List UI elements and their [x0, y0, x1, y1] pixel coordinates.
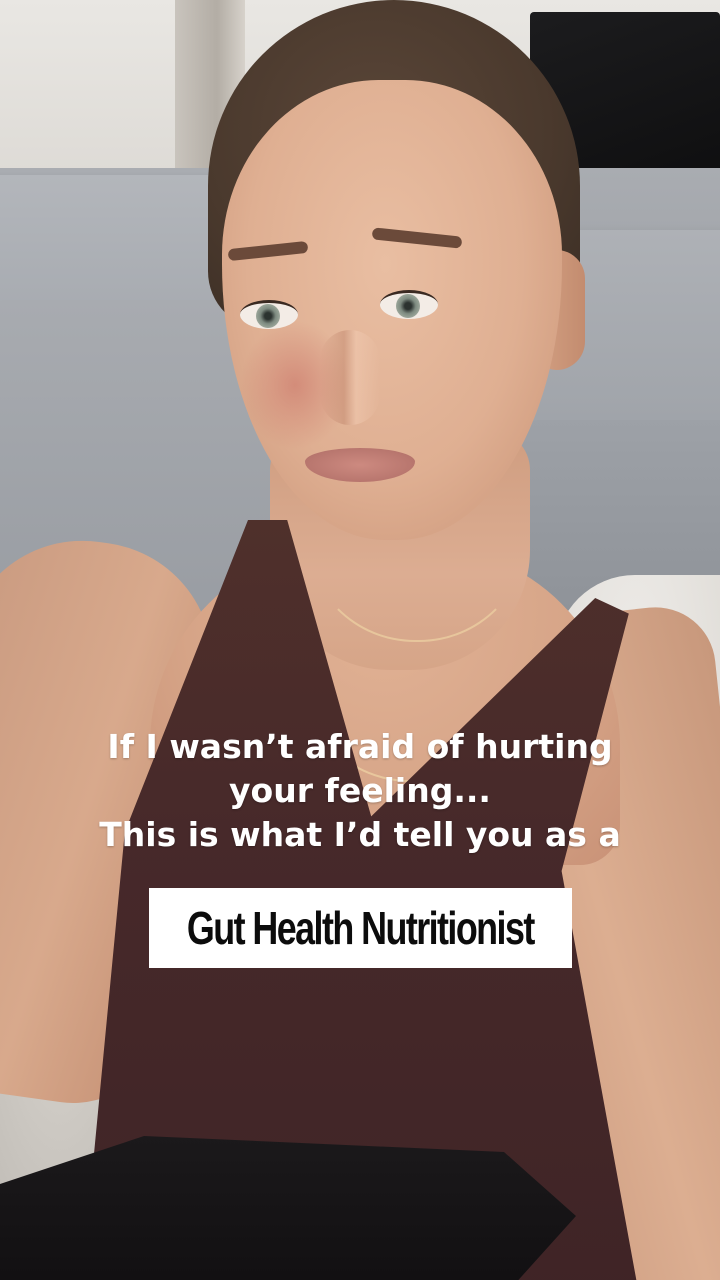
title-label-box: Gut Health Nutritionist — [149, 888, 572, 968]
caption-overlay: If I wasn’t afraid of hurting your feeli… — [0, 725, 720, 857]
caption-line-1: If I wasn’t afraid of hurting — [107, 727, 613, 766]
caption-line-3: This is what I’d tell you as a — [99, 815, 621, 854]
caption-line-2: your feeling... — [229, 771, 491, 810]
video-frame: If I wasn’t afraid of hurting your feeli… — [0, 0, 720, 1280]
title-label-text: Gut Health Nutritionist — [187, 902, 535, 954]
person-nose — [320, 330, 380, 425]
person-right-eye — [380, 290, 438, 319]
person-left-eye — [240, 300, 298, 329]
